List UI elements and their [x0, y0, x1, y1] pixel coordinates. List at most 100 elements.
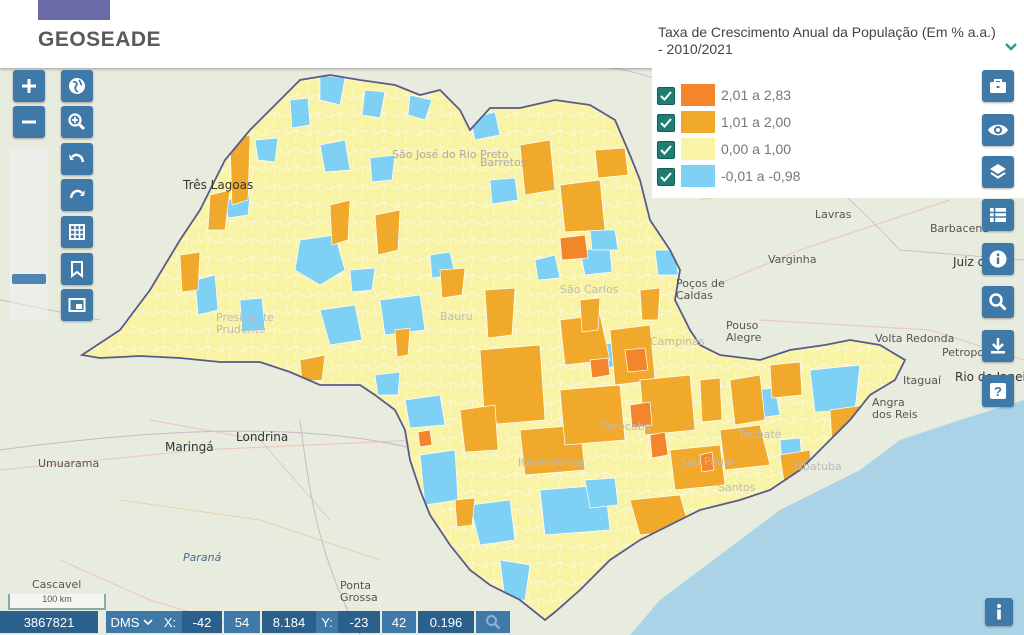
legend-checkbox[interactable] — [657, 114, 675, 132]
y-minutes: 42 — [382, 611, 416, 633]
download-icon — [991, 338, 1005, 354]
check-icon — [660, 172, 672, 182]
zoom-slider-track[interactable] — [10, 148, 48, 320]
overview-map-button[interactable] — [61, 289, 93, 321]
map-label-itapetininga: Itapetininga — [518, 456, 585, 469]
magnifier-icon — [486, 615, 501, 630]
legend-swatch — [681, 138, 715, 160]
info-small-icon — [997, 604, 1001, 620]
map-label-bauru: Bauru — [440, 310, 473, 323]
map-label-presidente-prudente: Presidente Prudente — [216, 311, 275, 336]
info-icon — [989, 250, 1007, 268]
undo-icon — [69, 153, 85, 163]
legend-label: 1,01 a 2,00 — [721, 114, 792, 130]
legend-item: -0,01 a -0,98 — [657, 165, 857, 187]
toolbox-icon — [990, 79, 1006, 93]
full-extent-button[interactable] — [61, 70, 93, 102]
map-label-parana: Paraná — [183, 551, 222, 564]
legend-item: 1,01 a 2,00 — [657, 111, 857, 133]
check-icon — [660, 118, 672, 128]
legend-swatch — [681, 165, 715, 187]
redo-icon — [69, 189, 85, 199]
chevron-down-icon — [143, 619, 154, 626]
grid-button[interactable] — [61, 216, 93, 248]
logo-bar — [38, 0, 110, 20]
bookmark-button[interactable] — [61, 253, 93, 285]
x-label: X: — [158, 611, 182, 633]
info-button[interactable] — [982, 243, 1014, 275]
coordinate-format-label: DMS — [110, 614, 140, 630]
map-label-volta-redonda: Volta Redonda — [875, 332, 955, 345]
legend-label: 0,00 a 1,00 — [721, 141, 792, 157]
help-button[interactable]: ? — [982, 375, 1014, 407]
x-degrees: -42 — [182, 611, 222, 633]
layers-icon — [990, 164, 1006, 179]
map-label-taubate: Taubaté — [738, 428, 782, 441]
toolbox-button[interactable] — [982, 70, 1014, 102]
map-label-ubatuba: Ubatuba — [795, 460, 842, 473]
layers-button[interactable] — [982, 156, 1014, 188]
grid-icon — [69, 224, 85, 240]
zoom-box-icon — [68, 113, 86, 131]
eye-icon — [988, 124, 1008, 136]
legend-item: 2,01 a 2,83 — [657, 84, 857, 106]
check-icon — [660, 91, 672, 101]
map-label-lavras: Lavras — [815, 208, 852, 221]
x-seconds: 8.184 — [262, 611, 316, 633]
redo-button[interactable] — [61, 179, 93, 211]
map-label-sao-paulo: São Paulo — [680, 455, 734, 468]
zoom-slider-handle[interactable] — [12, 274, 46, 284]
scale-label: 100 km — [42, 594, 72, 604]
legend-swatch — [681, 84, 715, 106]
map-label-londrina: Londrina — [236, 430, 289, 444]
map-label-itaguai: Itaguaí — [903, 374, 942, 387]
about-button[interactable] — [985, 598, 1013, 626]
svg-text:?: ? — [994, 384, 1002, 399]
globe-icon — [69, 78, 85, 94]
map-label-cascavel: Cascavel — [32, 578, 82, 591]
map-label-pouso-alegre: Pouso Alegre — [726, 319, 762, 344]
map-label-pocos-caldas: Poços de Caldas — [676, 277, 725, 302]
legend-checkbox[interactable] — [657, 141, 675, 159]
map-label-angra: Angra dos Reis — [872, 396, 918, 421]
legend-title: Taxa de Crescimento Anual da População (… — [658, 24, 996, 57]
zoom-in-button[interactable] — [13, 70, 45, 102]
chevron-down-icon[interactable] — [1004, 40, 1018, 54]
undo-button[interactable] — [61, 143, 93, 175]
coordinate-value: 3867821 — [0, 611, 98, 633]
y-degrees: -23 — [338, 611, 380, 633]
legend-label: 2,01 a 2,83 — [721, 87, 792, 103]
y-seconds: 0.196 — [418, 611, 474, 633]
download-button[interactable] — [982, 330, 1014, 362]
map-label-barretos: Barretos — [480, 156, 527, 169]
zoom-out-icon — [22, 120, 36, 124]
search-icon — [989, 293, 1007, 311]
legend-checkbox[interactable] — [657, 87, 675, 105]
map-label-barbacena: Barbacena — [930, 222, 990, 235]
legend-item: 0,00 a 1,00 — [657, 138, 857, 160]
visibility-button[interactable] — [982, 114, 1014, 146]
legend-swatch — [681, 111, 715, 133]
legend-checkbox[interactable] — [657, 168, 675, 186]
scale-bar: 100 km — [8, 594, 106, 610]
coordinate-format-select[interactable]: DMS — [106, 611, 158, 633]
list-button[interactable] — [982, 199, 1014, 231]
map-label-tres-lagoas: Três Lagoas — [183, 178, 254, 192]
map-label-ponta-grossa: Ponta Grossa — [340, 579, 378, 604]
map-label-maringa: Maringá — [165, 440, 214, 454]
zoom-box-button[interactable] — [61, 106, 93, 138]
overview-icon — [68, 298, 86, 312]
zoom-out-button[interactable] — [13, 106, 45, 138]
zoom-in-icon — [22, 79, 36, 93]
y-label: Y: — [316, 611, 338, 633]
help-icon: ? — [990, 383, 1006, 399]
map-label-sao-carlos: São Carlos — [560, 283, 619, 296]
map-label-sorocaba: Sorocaba — [600, 420, 652, 433]
search-button[interactable] — [982, 286, 1014, 318]
go-to-coordinate-button[interactable] — [476, 611, 510, 633]
legend-panel: Taxa de Crescimento Anual da População (… — [652, 18, 1024, 198]
check-icon — [660, 145, 672, 155]
app-logo[interactable]: GEOSEADE — [38, 28, 161, 52]
bookmark-icon — [71, 261, 83, 279]
map-label-campinas: Campinas — [650, 335, 705, 348]
